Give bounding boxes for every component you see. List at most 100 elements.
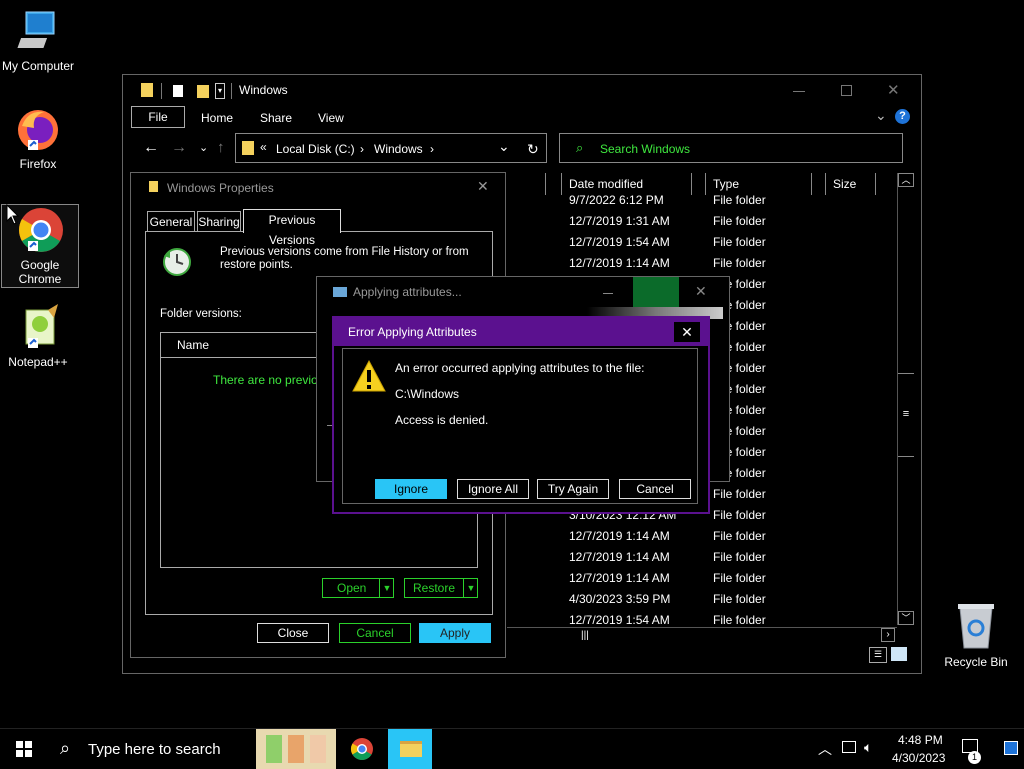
restore-button[interactable]: Restore ▼ <box>404 578 478 598</box>
table-row[interactable]: 12/7/2019 1:14 AM File folder <box>507 252 897 273</box>
recent-locations-icon[interactable]: ⌄ <box>199 141 208 154</box>
table-row[interactable]: 12/7/2019 1:14 AM File folder <box>507 525 897 546</box>
vertical-scrollbar[interactable]: ︿ ≡ ﹀ <box>897 173 915 625</box>
overflow-icon: « <box>260 140 267 154</box>
close-icon[interactable]: ✕ <box>477 178 489 195</box>
new-folder-quick-icon[interactable] <box>197 85 209 98</box>
ribbon-tab-home[interactable]: Home <box>201 111 233 125</box>
open-dropdown-icon[interactable]: ▼ <box>379 579 394 597</box>
desktop-icon-notepadpp[interactable]: Notepad++ <box>0 304 76 369</box>
address-bar[interactable]: « Local Disk (C:) › Windows › ⌄ <box>235 133 547 163</box>
large-icons-view-icon[interactable] <box>891 647 907 661</box>
maximize-icon[interactable] <box>841 85 852 96</box>
open-button[interactable]: Open ▼ <box>322 578 394 598</box>
table-row[interactable]: 12/7/2019 1:54 AM File folder <box>507 609 897 625</box>
error-title-bar[interactable]: Error Applying Attributes ✕ <box>334 318 708 346</box>
ignore-all-button-label: Ignore All <box>467 482 519 496</box>
ribbon-tab-share[interactable]: Share <box>260 111 292 125</box>
help-icon[interactable]: ? <box>895 109 910 124</box>
taskbar-widget-icon[interactable] <box>256 729 336 769</box>
column-header-type[interactable]: Type <box>713 177 739 191</box>
tab-sharing[interactable]: Sharing <box>197 211 241 231</box>
scroll-thumb-horizontal[interactable]: ||| <box>581 630 589 641</box>
close-icon[interactable]: ✕ <box>695 283 707 300</box>
row-date-modified: 12/7/2019 1:14 AM <box>569 529 670 543</box>
column-header-size[interactable]: Size <box>833 177 856 191</box>
forward-icon[interactable]: → <box>171 139 187 157</box>
minimize-icon[interactable] <box>793 91 805 92</box>
dialog-title: Error Applying Attributes <box>348 325 477 339</box>
show-hidden-icons-icon[interactable]: ︿ <box>818 739 832 759</box>
restore-dropdown-icon[interactable]: ▼ <box>463 579 478 597</box>
address-dropdown-icon[interactable]: ⌄ <box>498 138 510 155</box>
row-type: File folder <box>713 529 766 543</box>
open-button-label: Open <box>337 581 367 595</box>
name-column-header[interactable]: Name <box>177 338 209 352</box>
table-row[interactable]: 12/7/2019 1:31 AM File folder <box>507 210 897 231</box>
breadcrumb-separator-icon: › <box>430 142 434 156</box>
ignore-button[interactable]: Ignore <box>375 479 447 499</box>
apply-button[interactable]: Apply <box>419 623 491 643</box>
taskbar-search-box[interactable]: ⌕ Type here to search <box>48 729 256 769</box>
row-type: File folder <box>713 571 766 585</box>
explorer-title-bar[interactable]: ▾ Windows ✕ <box>123 75 921 105</box>
row-date-modified: 4/30/2023 3:59 PM <box>569 592 671 606</box>
tab-general[interactable]: General <box>147 211 195 231</box>
ribbon-tab-view[interactable]: View <box>318 111 344 125</box>
ribbon-tab-label: File <box>148 110 168 124</box>
notepadpp-icon <box>25 304 58 348</box>
minimize-icon[interactable] <box>603 293 613 294</box>
drink-icon <box>266 735 282 763</box>
volume-icon[interactable]: 🔈︎ <box>864 739 872 756</box>
ignore-all-button[interactable]: Ignore All <box>457 479 529 499</box>
up-icon[interactable]: ↑ <box>217 139 225 156</box>
row-date-modified: 12/7/2019 1:54 AM <box>569 613 670 625</box>
search-box[interactable]: ⌕ Search Windows <box>559 133 903 163</box>
try-again-button-label: Try Again <box>547 482 599 496</box>
breadcrumb-local-disk[interactable]: Local Disk (C:) <box>276 142 355 156</box>
details-view-icon[interactable]: ☰ <box>869 647 887 663</box>
scroll-thumb[interactable]: ≡ <box>898 373 914 457</box>
windows-start-icon[interactable] <box>16 741 32 757</box>
close-icon[interactable]: ✕ <box>887 81 900 99</box>
table-row[interactable]: 12/7/2019 1:54 AM File folder <box>507 231 897 252</box>
close-icon[interactable]: ✕ <box>674 322 700 342</box>
table-row[interactable]: 4/30/2023 3:59 PM File folder <box>507 588 897 609</box>
desktop-icon-recycle-bin[interactable]: Recycle Bin <box>936 602 1016 669</box>
chrome-taskbar-icon[interactable] <box>350 737 374 761</box>
scroll-right-icon[interactable]: › <box>881 628 895 642</box>
back-icon[interactable]: ← <box>143 139 159 157</box>
clock-date[interactable]: 4/30/2023 <box>892 751 945 765</box>
customize-quick-access-icon[interactable]: ▾ <box>215 83 225 99</box>
ribbon-tab-file[interactable]: File <box>131 106 185 128</box>
column-header-date-modified[interactable]: Date modified <box>569 177 643 191</box>
refresh-icon[interactable]: ↻ <box>527 141 539 158</box>
try-again-button[interactable]: Try Again <box>537 479 609 499</box>
file-explorer-taskbar-button[interactable] <box>388 729 432 769</box>
title-divider <box>231 83 232 99</box>
cancel-button[interactable]: Cancel <box>339 623 411 643</box>
scroll-down-icon[interactable]: ﹀ <box>898 611 914 625</box>
table-row[interactable]: 12/7/2019 1:14 AM File folder <box>507 546 897 567</box>
desktop-icon-firefox[interactable]: Firefox <box>0 106 76 171</box>
properties-quick-icon[interactable] <box>173 85 183 97</box>
clock-time[interactable]: 4:48 PM <box>898 733 943 747</box>
desktop-icon-my-computer[interactable]: My Computer <box>0 8 76 73</box>
network-icon[interactable] <box>842 741 856 753</box>
tab-previous-versions[interactable]: Previous Versions <box>243 209 341 247</box>
close-button[interactable]: Close <box>257 623 329 643</box>
cancel-button[interactable]: Cancel <box>619 479 691 499</box>
scroll-up-icon[interactable]: ︿ <box>898 173 914 187</box>
table-row[interactable]: 9/7/2022 6:12 PM File folder <box>507 195 897 210</box>
cancel-button-label: Cancel <box>636 482 674 496</box>
horizontal-scrollbar[interactable]: ||| › <box>507 627 897 644</box>
column-divider <box>705 173 706 195</box>
title-divider <box>161 83 162 99</box>
desktop-icon-label: Recycle Bin <box>944 655 1008 669</box>
show-desktop-icon[interactable] <box>1004 741 1018 755</box>
error-dialog[interactable]: Error Applying Attributes ✕ An error occ… <box>332 316 710 514</box>
table-row[interactable]: 12/7/2019 1:14 AM File folder <box>507 567 897 588</box>
folder-icon <box>141 83 153 97</box>
expand-ribbon-icon[interactable]: ⌄ <box>875 107 887 124</box>
breadcrumb-windows[interactable]: Windows <box>374 142 423 156</box>
